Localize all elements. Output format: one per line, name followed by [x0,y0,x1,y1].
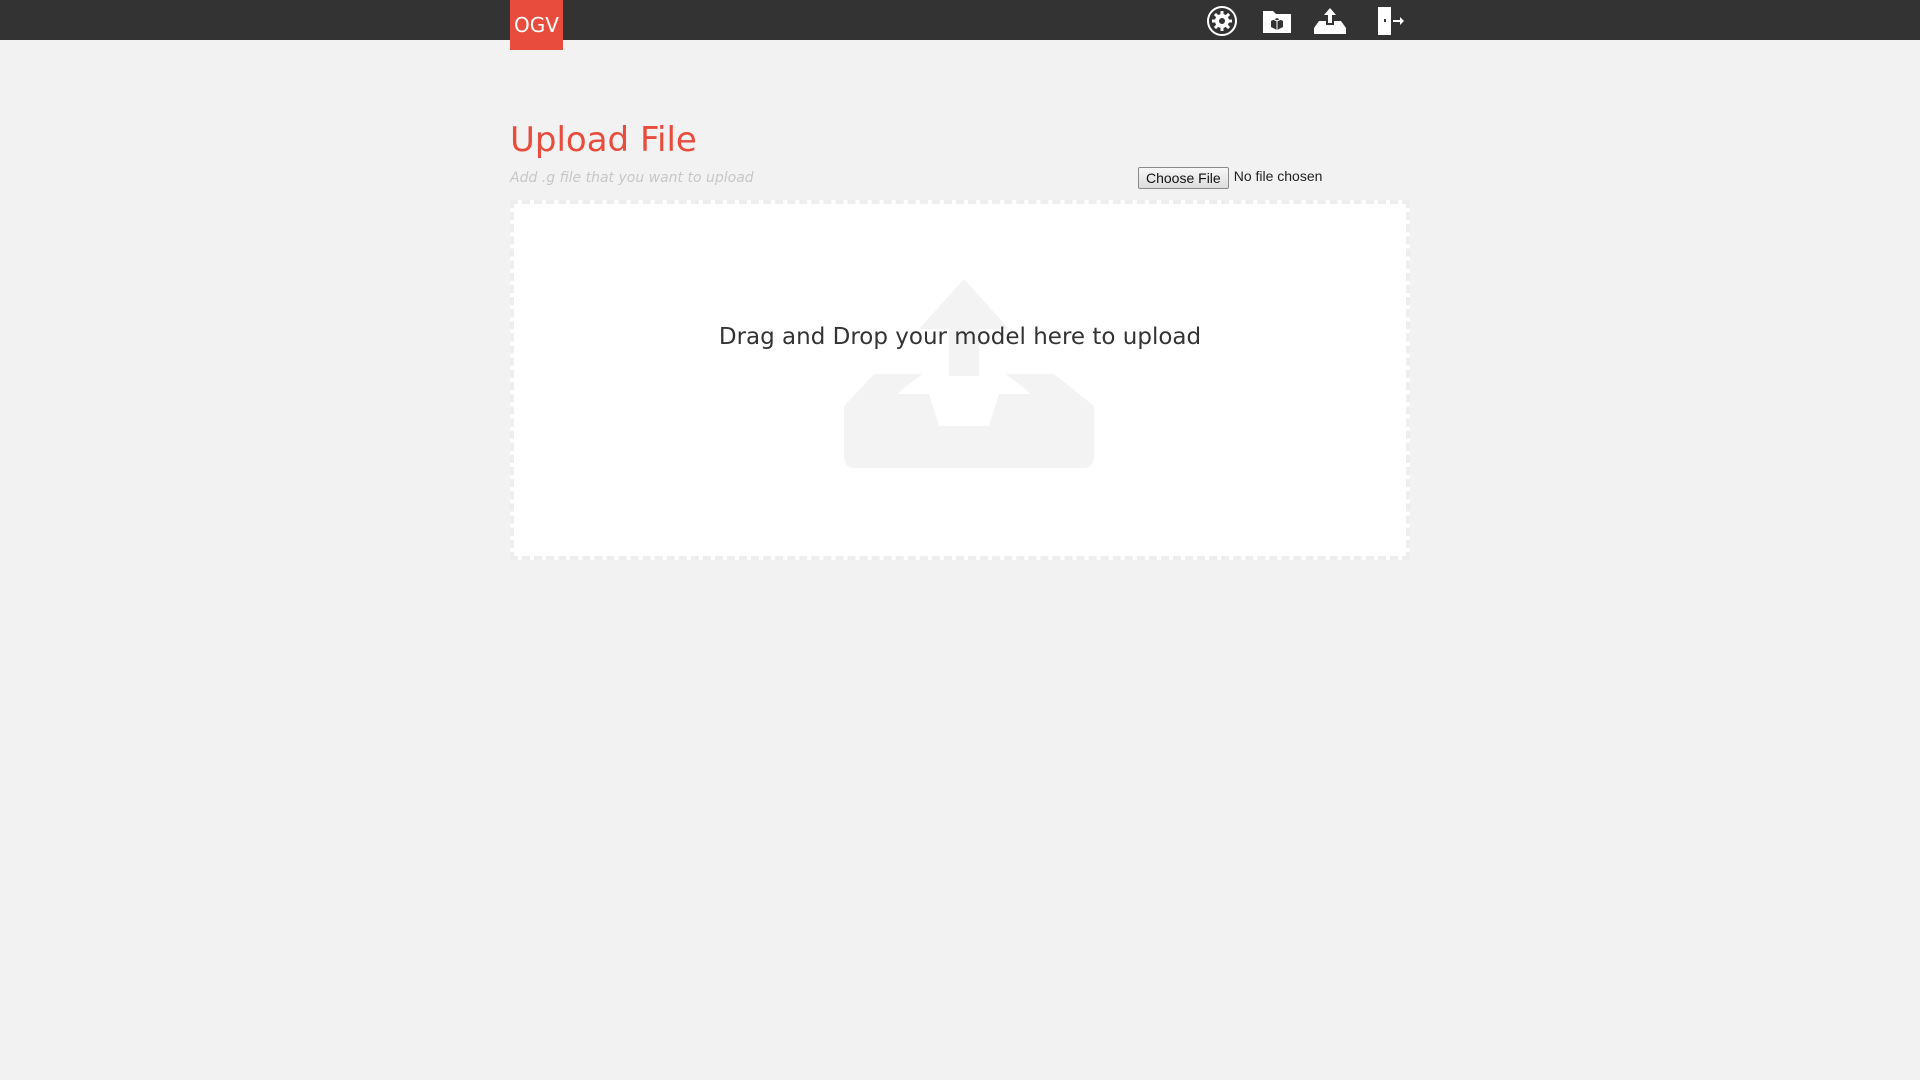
file-status-text: No file chosen [1233,168,1323,184]
logout-icon[interactable] [1372,4,1406,38]
models-folder-icon[interactable] [1260,4,1294,38]
upload-icon[interactable] [1313,4,1347,38]
logo-text: OGV [514,13,559,37]
upload-tray-icon [834,279,1094,483]
settings-icon[interactable] [1205,4,1239,38]
drop-zone-text: Drag and Drop your model here to upload [718,324,1202,350]
top-navbar: OGV [0,0,1920,50]
file-input[interactable]: Choose File No file chosen [1138,163,1322,189]
drop-zone[interactable]: Drag and Drop your model here to upload [510,200,1410,560]
page-subtitle: Add .g file that you want to upload [510,170,754,186]
choose-file-button[interactable]: Choose File [1138,167,1229,189]
page-title: Upload File [510,120,697,160]
ogv-logo[interactable]: OGV [510,0,563,50]
